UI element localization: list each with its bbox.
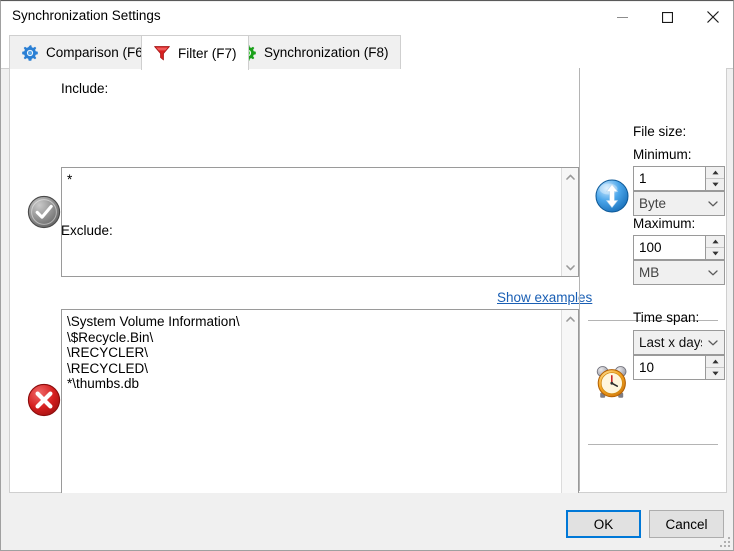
time-span-section-label: Time span: (633, 310, 699, 325)
stepper-down-icon[interactable] (706, 248, 724, 259)
synchronization-settings-dialog: Synchronization Settings (0, 0, 734, 551)
close-button[interactable] (690, 2, 734, 32)
red-x-circle-icon (27, 383, 61, 417)
time-span-mode-value: Last x days: (634, 335, 702, 350)
time-span-days-value: 10 (634, 356, 705, 379)
filter-rules-pane: Include: * (10, 68, 579, 491)
stepper-down-icon[interactable] (706, 368, 724, 379)
minimum-size-unit-value: Byte (634, 196, 702, 211)
tab-strip: Comparison (F6) Filter (F7) Synchronizat… (1, 32, 734, 69)
minimum-label: Minimum: (633, 147, 692, 162)
maximum-label: Maximum: (633, 216, 695, 231)
gray-check-circle-icon (27, 195, 61, 229)
cancel-button[interactable]: Cancel (649, 510, 724, 538)
exclude-scrollbar[interactable] (561, 310, 578, 510)
section-divider (588, 444, 718, 445)
title-bar: Synchronization Settings (1, 2, 734, 32)
minimum-size-stepper[interactable] (705, 167, 724, 190)
ok-button[interactable]: OK (566, 510, 641, 538)
time-span-mode-combo[interactable]: Last x days: (633, 330, 725, 355)
scroll-down-icon[interactable] (562, 259, 578, 276)
include-filter-text: * (62, 168, 561, 276)
include-scrollbar[interactable] (561, 168, 578, 276)
alarm-clock-icon (594, 364, 630, 400)
tab-filter[interactable]: Filter (F7) (141, 35, 249, 70)
chevron-down-icon (702, 340, 724, 346)
tab-comparison-label: Comparison (F6) (46, 45, 147, 60)
chevron-down-icon (702, 270, 724, 276)
minimum-size-unit-combo[interactable]: Byte (633, 191, 725, 216)
stepper-up-icon[interactable] (706, 167, 724, 179)
close-icon (707, 11, 719, 23)
exclude-filter-textarea[interactable]: \System Volume Information\ \$Recycle.Bi… (61, 309, 579, 511)
window-title: Synchronization Settings (12, 8, 161, 23)
ok-button-label: OK (594, 517, 614, 532)
minimize-icon (617, 12, 628, 23)
scroll-up-icon[interactable] (562, 310, 578, 327)
tab-filter-label: Filter (F7) (178, 46, 237, 61)
maximum-size-stepper[interactable] (705, 236, 724, 259)
tab-comparison[interactable]: Comparison (F6) (9, 35, 159, 69)
exclude-label: Exclude: (61, 223, 113, 238)
blue-updown-arrow-icon (594, 178, 630, 214)
include-label: Include: (61, 81, 108, 96)
maximize-icon (662, 12, 673, 23)
minimize-button[interactable] (600, 2, 645, 32)
resize-grip-icon[interactable] (719, 536, 731, 548)
time-span-days-input[interactable]: 10 (633, 355, 725, 380)
tab-synchronization-label: Synchronization (F8) (264, 45, 389, 60)
minimum-size-input[interactable]: 1 (633, 166, 725, 191)
stepper-up-icon[interactable] (706, 356, 724, 368)
maximum-size-input[interactable]: 100 (633, 235, 725, 260)
stepper-down-icon[interactable] (706, 179, 724, 190)
minimum-size-value: 1 (634, 167, 705, 190)
file-size-section-label: File size: (633, 124, 686, 139)
blue-gear-icon (21, 44, 39, 62)
filter-options-pane: File size: Minimum: 1 Byte (580, 68, 726, 491)
scroll-up-icon[interactable] (562, 168, 578, 185)
tab-content-panel: Include: * (9, 68, 727, 493)
cancel-button-label: Cancel (665, 517, 707, 532)
tab-synchronization[interactable]: Synchronization (F8) (227, 35, 401, 69)
chevron-down-icon (702, 201, 724, 207)
exclude-filter-text: \System Volume Information\ \$Recycle.Bi… (62, 310, 561, 510)
time-span-days-stepper[interactable] (705, 356, 724, 379)
maximum-size-value: 100 (634, 236, 705, 259)
maximum-size-unit-combo[interactable]: MB (633, 260, 725, 285)
include-filter-textarea[interactable]: * (61, 167, 579, 277)
maximum-size-unit-value: MB (634, 265, 702, 280)
stepper-up-icon[interactable] (706, 236, 724, 248)
red-funnel-icon (153, 44, 171, 62)
maximize-button[interactable] (645, 2, 690, 32)
caption-button-group (600, 2, 734, 32)
